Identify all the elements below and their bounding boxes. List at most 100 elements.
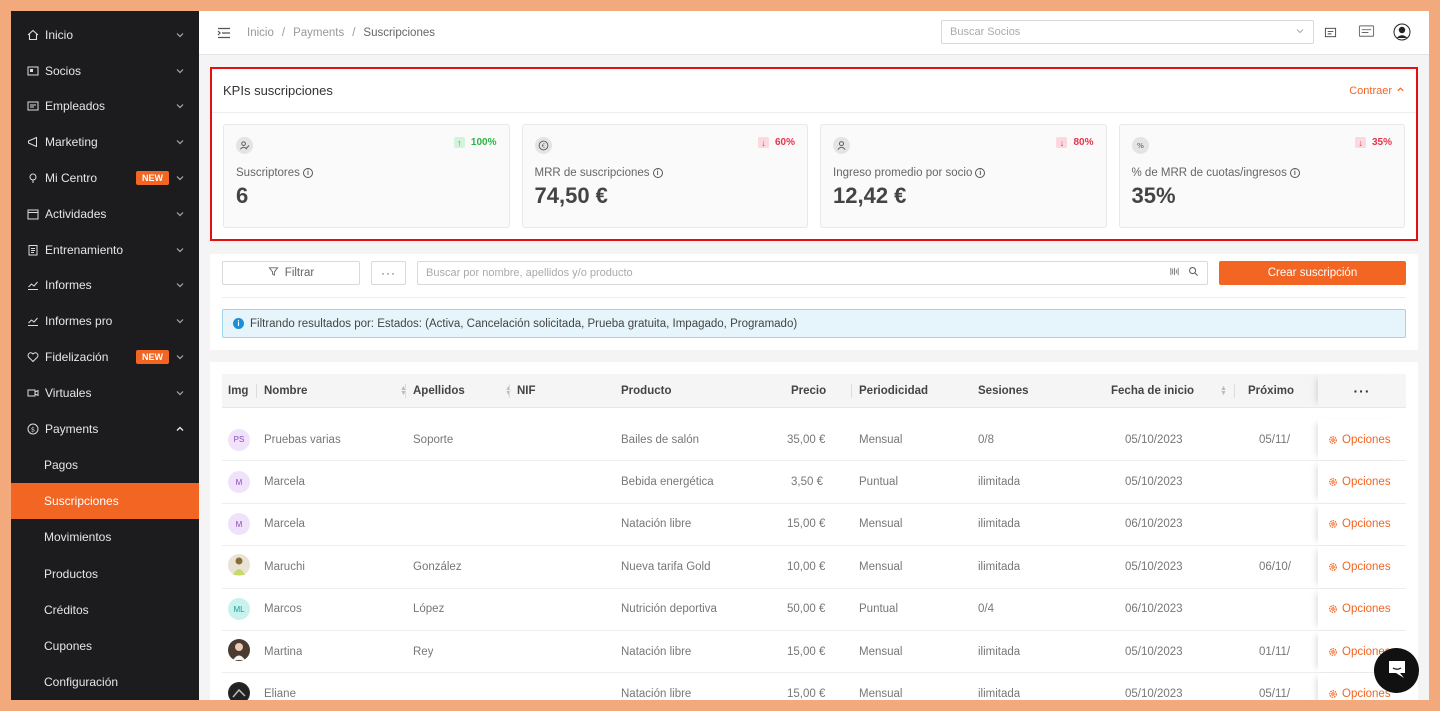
sidebar-sub-productos[interactable]: Productos	[11, 555, 199, 591]
filter-info-alert: i Filtrando resultados por: Estados: (Ac…	[222, 309, 1406, 338]
sidebar-sub-pagos[interactable]: Pagos	[11, 447, 199, 483]
cell-fecha-inicio: 06/10/2023	[1125, 518, 1183, 531]
sidebar-sub-configuracion[interactable]: Configuración	[11, 664, 199, 700]
chart-icon	[27, 279, 39, 291]
new-badge: NEW	[136, 350, 169, 365]
table-row[interactable]: M Marcela Natación libre 15,00 € Mensual…	[222, 503, 1406, 547]
options-label: Opciones	[1342, 476, 1391, 489]
cell-periodicidad: Puntual	[859, 603, 899, 616]
gear-icon	[1328, 689, 1338, 699]
filter-label: Filtrar	[284, 267, 315, 279]
dollar-icon: $	[27, 423, 39, 435]
trend-value: 35%	[1371, 137, 1392, 148]
kpi-header: KPIs suscripciones Contraer	[212, 69, 1416, 113]
cell-periodicidad: Mensual	[859, 560, 903, 573]
heart-icon	[27, 351, 39, 363]
sidebar-item-informes-pro[interactable]: Informes pro	[11, 303, 199, 339]
calendar-icon[interactable]	[1321, 23, 1339, 41]
table-row[interactable]: M Marcela Bebida energética 3,50 € Puntu…	[222, 461, 1406, 504]
avatar: PS	[228, 428, 250, 451]
sidebar: Inicio Socios Empleados Marketing Mi Cen…	[11, 11, 199, 700]
search-socios-select[interactable]: Buscar Socios	[941, 20, 1314, 44]
actions-header[interactable]: ···	[1318, 374, 1406, 407]
cell-nombre: Marcos	[264, 603, 302, 616]
chevron-down-icon	[175, 245, 185, 255]
create-subscription-button[interactable]: Crear suscripción	[1219, 261, 1406, 285]
alert-text: Filtrando resultados por: Estados: (Acti…	[250, 317, 798, 330]
options-button[interactable]: Opciones	[1318, 503, 1406, 546]
column-separator	[509, 384, 510, 398]
video-icon	[27, 387, 39, 399]
sidebar-item-empleados[interactable]: Empleados	[11, 89, 199, 125]
info-icon[interactable]: i	[1289, 168, 1300, 178]
options-button[interactable]: Opciones	[1318, 546, 1406, 588]
table-row[interactable]: Maruchi González Nueva tarifa Gold 10,00…	[222, 546, 1406, 589]
filter-button[interactable]: Filtrar	[222, 261, 360, 285]
divider	[222, 297, 1406, 298]
info-icon[interactable]: i	[652, 168, 663, 178]
options-button[interactable]: Opciones	[1318, 461, 1406, 503]
breadcrumb-separator: /	[281, 26, 286, 39]
options-button[interactable]: Opciones	[1318, 588, 1406, 630]
scan-icon[interactable]	[1169, 266, 1180, 280]
sidebar-sub-cupones[interactable]: Cupones	[11, 628, 199, 664]
search-icon[interactable]	[1188, 266, 1199, 280]
user-avatar-icon[interactable]	[1393, 23, 1411, 41]
kpi-value: 6	[236, 183, 249, 208]
gear-icon	[1328, 604, 1338, 614]
arrow-down-icon: ↓	[1056, 137, 1068, 148]
sidebar-item-inicio[interactable]: Inicio	[11, 17, 199, 53]
sidebar-sub-creditos[interactable]: Créditos	[11, 592, 199, 628]
sidebar-item-fidelizacion[interactable]: Fidelización NEW	[11, 339, 199, 375]
header-nombre[interactable]: Nombre	[264, 385, 307, 397]
collapse-button[interactable]: Contraer	[1349, 85, 1405, 97]
chevron-down-icon	[1295, 26, 1305, 39]
more-options-button[interactable]: ···	[371, 261, 406, 285]
sidebar-item-label: Marketing	[45, 135, 98, 150]
sidebar-item-informes[interactable]: Informes	[11, 268, 199, 304]
column-separator	[851, 384, 852, 398]
sidebar-item-payments[interactable]: $ Payments	[11, 411, 199, 447]
cell-periodicidad: Puntual	[859, 476, 899, 489]
breadcrumb-payments[interactable]: Payments	[293, 27, 344, 39]
kpi-row: ↑ 100% Suscriptores i 6 € ↓ 60% MRR de susc…	[212, 113, 1416, 239]
subscription-search-input[interactable]: Buscar por nombre, apellidos y/o product…	[417, 261, 1208, 285]
table-row[interactable]: Eliane Natación libre 15,00 € Mensual il…	[222, 673, 1406, 700]
info-icon[interactable]: i	[975, 168, 986, 178]
avatar: M	[228, 471, 250, 494]
sidebar-item-marketing[interactable]: Marketing	[11, 124, 199, 160]
sidebar-item-socios[interactable]: Socios	[11, 53, 199, 89]
menu-toggle-icon[interactable]	[217, 27, 231, 39]
sidebar-sub-movimientos[interactable]: Movimientos	[11, 519, 199, 555]
cell-periodicidad: Mensual	[859, 433, 903, 446]
trend-badge: ↓ 35%	[1354, 137, 1392, 148]
info-icon[interactable]: i	[302, 168, 313, 178]
header-fecha-inicio[interactable]: Fecha de inicio	[1111, 385, 1194, 397]
table-row[interactable]: ML Marcos López Nutrición deportiva 50,0…	[222, 588, 1406, 631]
trend-badge: ↑ 100%	[453, 137, 497, 148]
breadcrumb-inicio[interactable]: Inicio	[247, 27, 274, 39]
chevron-down-icon	[175, 280, 185, 290]
sidebar-item-mi-centro[interactable]: Mi Centro NEW	[11, 160, 199, 196]
cell-nombre: Marcela	[264, 518, 305, 531]
cell-producto: Natación libre	[621, 518, 692, 531]
sort-icon[interactable]: ▲▼	[1212, 385, 1227, 397]
chat-widget-button[interactable]	[1374, 648, 1419, 693]
options-button[interactable]: Opciones	[1318, 419, 1406, 461]
filter-panel: Filtrar ··· Buscar por nombre, apellidos…	[210, 254, 1418, 350]
chevron-up-icon	[1396, 85, 1405, 97]
new-badge: NEW	[136, 171, 169, 186]
trend-value: 80%	[1073, 137, 1094, 148]
cell-fecha-inicio: 05/10/2023	[1125, 688, 1183, 700]
location-icon	[27, 172, 39, 184]
sidebar-item-virtuales[interactable]: Virtuales	[11, 375, 199, 411]
table-row[interactable]: PS Pruebas varias Soporte Bailes de saló…	[222, 419, 1406, 462]
cell-sesiones: ilimitada	[978, 688, 1021, 700]
header-apellidos[interactable]: Apellidos	[413, 385, 465, 397]
sidebar-sub-suscripciones[interactable]: Suscripciones	[11, 482, 199, 520]
table-row[interactable]: Martina Rey Natación libre 15,00 € Mensu…	[222, 631, 1406, 674]
sidebar-item-actividades[interactable]: Actividades	[11, 196, 199, 232]
chat-icon[interactable]	[1357, 23, 1375, 41]
sidebar-item-entrenamiento[interactable]: Entrenamiento	[11, 232, 199, 268]
cell-sesiones: 0/8	[978, 433, 994, 446]
